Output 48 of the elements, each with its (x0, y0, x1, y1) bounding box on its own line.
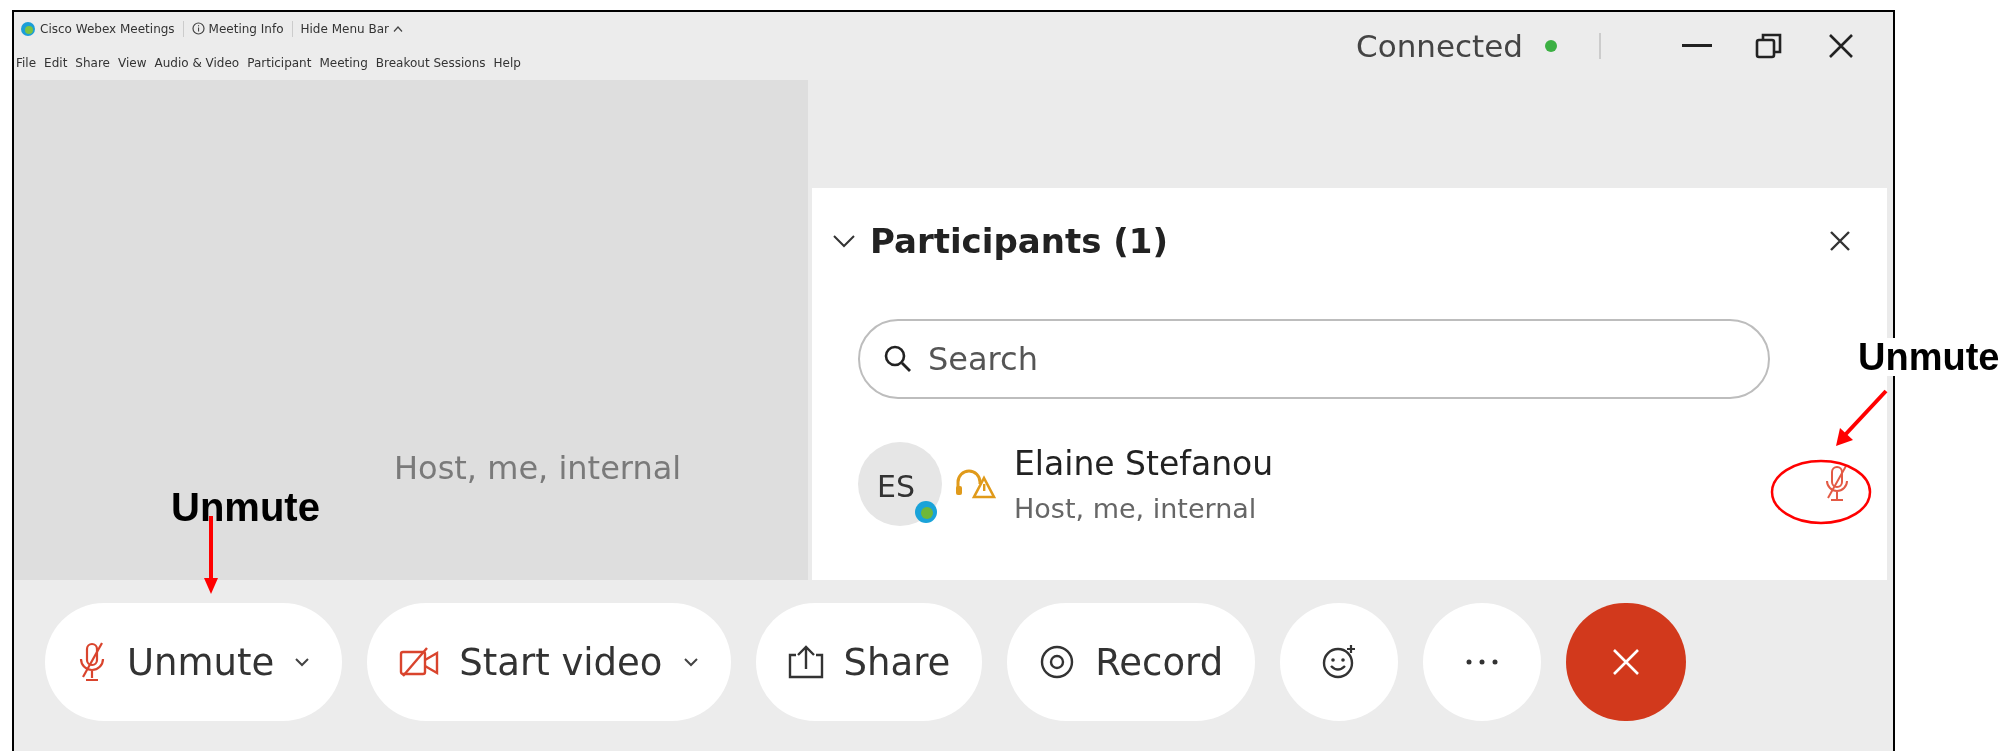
close-icon (1829, 229, 1851, 252)
record-button[interactable]: Record (1007, 603, 1256, 721)
muted-microphone-icon (77, 641, 107, 683)
participant-name: Elaine Stefanou (1014, 444, 1275, 483)
app-badge-icon (914, 500, 938, 524)
menu-item[interactable]: Participant (247, 55, 312, 70)
more-icon (1466, 659, 1499, 665)
chevron-icon (832, 233, 856, 248)
caret-icon[interactable] (392, 24, 403, 33)
app-title: Cisco Webex Meetings (40, 21, 175, 36)
panel-title: Participants (1) (870, 220, 1169, 261)
collapse-button[interactable] (832, 233, 856, 248)
meeting-info-link[interactable]: Meeting Info (208, 21, 284, 36)
share-icon (787, 645, 824, 679)
minimize-icon (1682, 44, 1712, 48)
hide-menu-bar-link[interactable]: Hide Menu Bar (300, 21, 389, 36)
headset-warning-icon (954, 468, 996, 500)
menu-item[interactable]: View (118, 55, 147, 70)
menu-item[interactable]: Audio & Video (154, 55, 240, 70)
muted-microphone-icon (1823, 464, 1851, 504)
search-field[interactable]: Search (858, 319, 1770, 399)
connection-status: Connected (1356, 28, 1523, 64)
unmute-button[interactable]: Unmute (45, 603, 343, 721)
record-icon (1039, 644, 1076, 680)
menu-item[interactable]: Breakout Sessions (375, 55, 486, 70)
caret-icon (682, 657, 699, 667)
close-icon (1611, 647, 1642, 677)
panel-close-button[interactable] (1829, 229, 1851, 252)
menu-item[interactable]: File (16, 55, 37, 70)
menu-item[interactable]: Share (75, 55, 110, 70)
menu-item[interactable]: Edit (44, 55, 68, 70)
start-video-button[interactable]: Start video (367, 603, 731, 721)
info-icon[interactable] (191, 22, 205, 35)
share-button[interactable]: Share (755, 603, 983, 721)
participant-role: Host, me, internal (1014, 493, 1258, 524)
menu-item[interactable]: Meeting (319, 55, 368, 70)
avatar-initials: ES (877, 468, 915, 504)
smiley-icon (1321, 644, 1358, 680)
callout-label: Unmute (170, 484, 320, 527)
restore-icon (1755, 32, 1783, 60)
search-icon (884, 345, 912, 373)
mute-toggle-button[interactable] (1823, 464, 1851, 504)
video-off-icon (399, 646, 440, 678)
app-logo-icon (20, 20, 36, 37)
close-icon (1828, 33, 1854, 59)
caret-icon (294, 657, 311, 667)
menu-item[interactable]: Help (493, 55, 521, 70)
ghost-label: Host, me, internal (394, 452, 682, 484)
